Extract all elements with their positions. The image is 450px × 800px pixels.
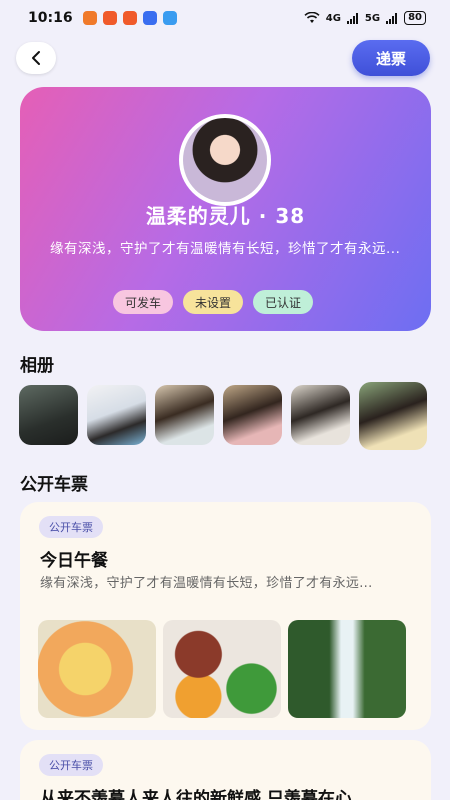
network-5g-label: 5G bbox=[364, 12, 381, 24]
post-card[interactable]: 公开车票 今日午餐 缘有深浅，守护了才有温暖情有长短，珍惜了才有永远... bbox=[20, 502, 431, 730]
tag-can-ride: 可发车 bbox=[113, 290, 174, 314]
post-image[interactable] bbox=[163, 620, 281, 718]
profile-name: 温柔的灵儿 · 38 bbox=[145, 204, 306, 228]
top-bar: 递票 bbox=[0, 40, 450, 80]
post-text: 缘有深浅，守护了才有温暖情有长短，珍惜了才有永远... bbox=[40, 576, 373, 591]
public-tickets-title: 公开车票 bbox=[20, 475, 88, 495]
wifi-icon bbox=[304, 12, 320, 23]
tag-not-set: 未设置 bbox=[183, 290, 244, 314]
post-badge: 公开车票 bbox=[39, 516, 103, 538]
album-photo[interactable] bbox=[155, 385, 214, 445]
app-badge-icon bbox=[142, 11, 157, 25]
album-photo[interactable] bbox=[223, 385, 282, 445]
status-left: 10:16 bbox=[28, 10, 177, 26]
tag-verified: 已认证 bbox=[253, 290, 314, 314]
profile-tags: 可发车 未设置 已认证 bbox=[113, 290, 314, 314]
chevron-left-icon bbox=[32, 51, 40, 65]
status-time: 10:16 bbox=[28, 10, 73, 26]
album-strip bbox=[19, 382, 427, 450]
album-photo[interactable] bbox=[291, 385, 350, 445]
taobao-icon bbox=[102, 11, 117, 25]
post-image[interactable] bbox=[38, 620, 156, 718]
send-ticket-button[interactable]: 递票 bbox=[352, 40, 430, 76]
back-button[interactable] bbox=[16, 42, 56, 74]
profile-card: 温柔的灵儿 · 38 缘有深浅，守护了才有温暖情有长短，珍惜了才有永远... 可… bbox=[20, 87, 431, 331]
post-images bbox=[38, 620, 406, 718]
profile-bio: 缘有深浅，守护了才有温暖情有长短，珍惜了才有永远... bbox=[50, 241, 401, 257]
signal-icon-2 bbox=[386, 12, 398, 24]
album-photo[interactable] bbox=[359, 382, 427, 450]
book-icon bbox=[162, 11, 177, 25]
network-4g-label: 4G bbox=[325, 12, 341, 24]
post-card[interactable]: 公开车票 从来不羡慕人来人往的新鲜感 只羡慕在心 bbox=[20, 740, 431, 800]
post-image[interactable] bbox=[288, 620, 406, 718]
avatar-image bbox=[183, 118, 267, 202]
avatar[interactable] bbox=[179, 114, 271, 206]
status-right: 4G 5G 80 bbox=[304, 11, 426, 25]
post-title: 今日午餐 bbox=[40, 551, 108, 571]
album-photo[interactable] bbox=[19, 385, 78, 445]
post-badge: 公开车票 bbox=[39, 754, 103, 776]
album-photo[interactable] bbox=[87, 385, 146, 445]
status-bar: 10:16 4G 5G 80 bbox=[0, 0, 450, 36]
battery-indicator: 80 bbox=[404, 11, 426, 25]
album-title: 相册 bbox=[20, 356, 54, 376]
taobao-icon-2 bbox=[122, 11, 137, 25]
app-notification-icon bbox=[82, 11, 97, 25]
post-title: 从来不羡慕人来人往的新鲜感 只羡慕在心 bbox=[40, 789, 352, 800]
signal-icon bbox=[346, 12, 358, 24]
